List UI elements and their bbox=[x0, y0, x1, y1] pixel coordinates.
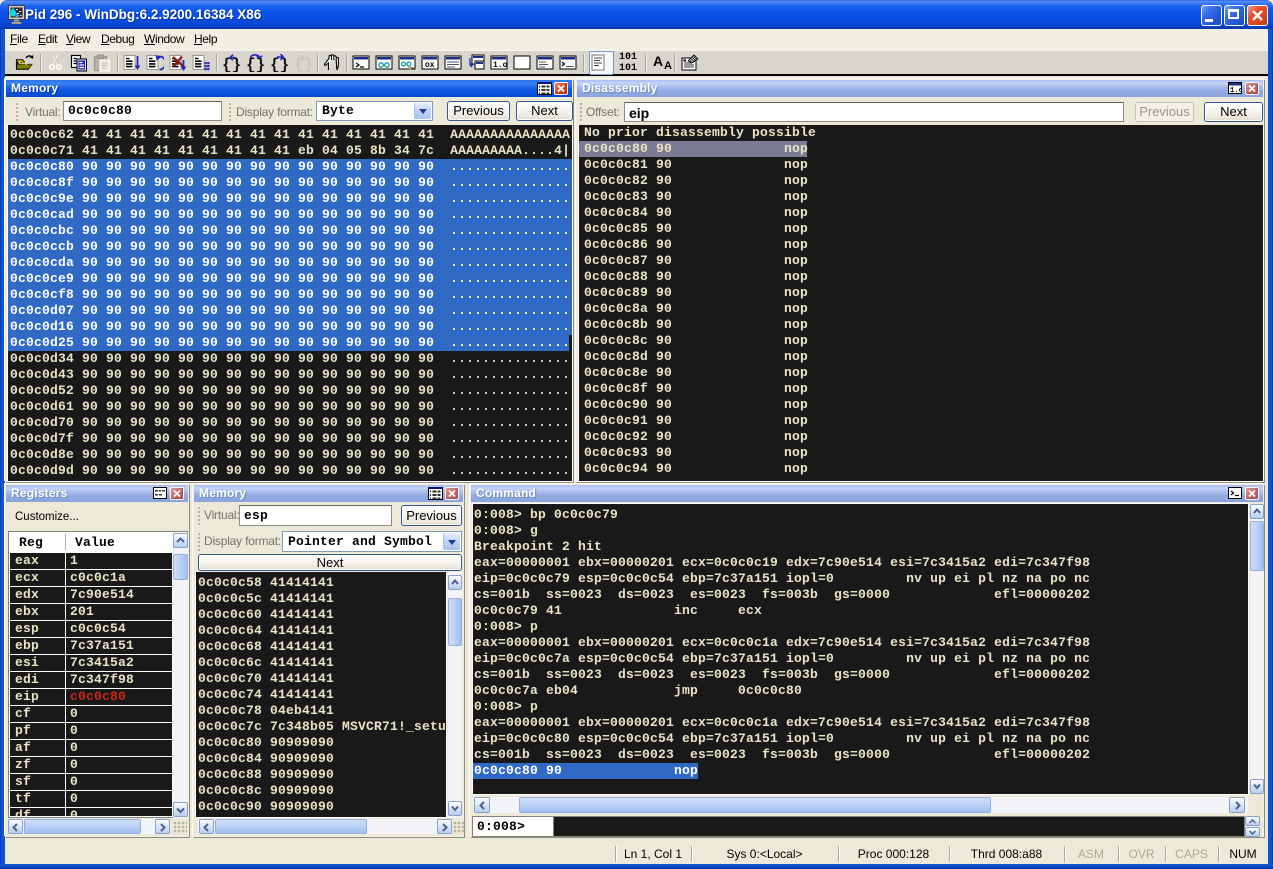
svg-text:1.o: 1.o bbox=[1230, 87, 1242, 94]
svg-text:1.o: 1.o bbox=[493, 61, 508, 70]
svg-text:{}: {} bbox=[246, 56, 264, 72]
svg-text:{}: {} bbox=[270, 56, 288, 72]
svg-text:ox: ox bbox=[425, 61, 435, 70]
